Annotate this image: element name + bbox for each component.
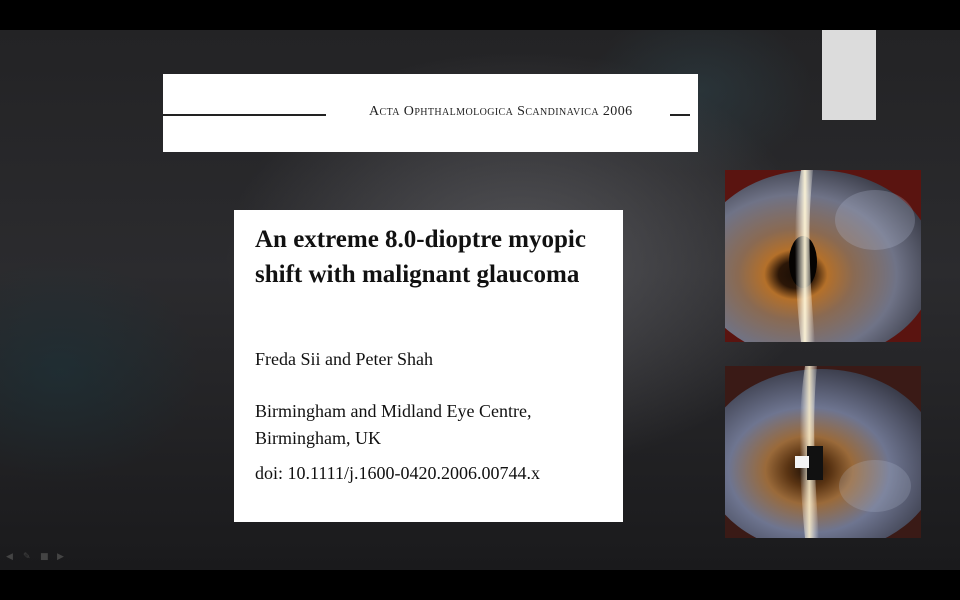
paper-affiliation: Birmingham and Midland Eye Centre, Birmi… (255, 401, 532, 448)
eye-photo-top (725, 170, 921, 342)
paper-doi: doi: 10.1111/j.1600-0420.2006.00744.x (255, 463, 540, 483)
eye-slit-lamp-photo (725, 170, 921, 342)
paper-title-card: An extreme 8.0-dioptre myopic shift with… (234, 210, 623, 522)
slide-navigation: ◀ ✎ ■ ▶ (6, 553, 68, 563)
banner-rule-right (670, 114, 690, 116)
banner-rule-left (163, 114, 326, 116)
eye-photo-bottom (725, 366, 921, 538)
pen-icon[interactable]: ✎ (23, 553, 34, 562)
placeholder-box (822, 30, 876, 120)
arrow-right-icon[interactable]: ▶ (57, 553, 68, 562)
paper-title: An extreme 8.0-dioptre myopic shift with… (255, 226, 586, 288)
journal-banner: Acta Ophthalmologica Scandinavica 2006 (163, 74, 698, 152)
slide-menu-icon[interactable]: ■ (40, 553, 51, 562)
paper-authors: Freda Sii and Peter Shah (255, 349, 433, 369)
arrow-left-icon[interactable]: ◀ (6, 553, 17, 562)
slide: Acta Ophthalmologica Scandinavica 2006 A… (0, 30, 960, 570)
eye-slit-lamp-photo (725, 366, 921, 538)
journal-name: Acta Ophthalmologica Scandinavica 2006 (369, 104, 633, 119)
presentation-viewer: Acta Ophthalmologica Scandinavica 2006 A… (0, 0, 960, 600)
